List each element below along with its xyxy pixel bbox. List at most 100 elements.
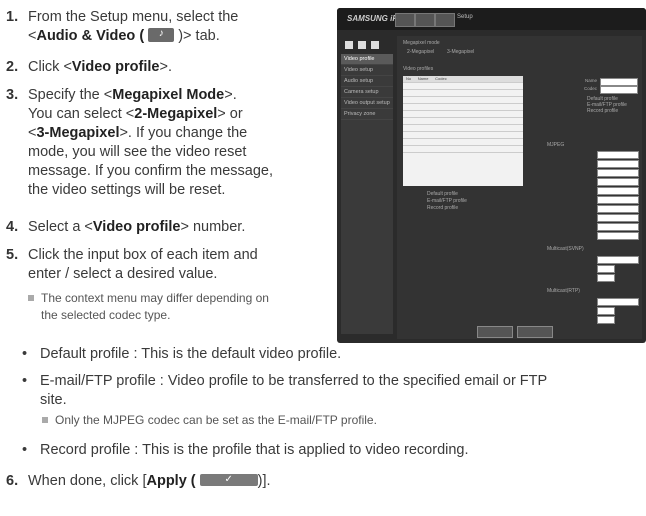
ttl-field[interactable] (597, 316, 615, 324)
step-text: From the Setup menu, select the (28, 9, 239, 25)
note: Only the MJPEG codec can be set as the E… (42, 412, 622, 429)
table-row[interactable] (403, 97, 523, 104)
step-bold-label: Audio & Video ( (36, 28, 145, 44)
bullet-icon: • (22, 442, 28, 458)
setup-screenshot: SAMSUNG iPOLiS Setup Video profile Video… (337, 8, 646, 343)
mp-option-3[interactable]: 3-Megapixel (447, 49, 474, 55)
bullet-text: Record profile : This is the profile tha… (40, 442, 469, 458)
sidebar-item-video-profile[interactable]: Video profile (341, 54, 393, 65)
record-profile-label: Record profile (427, 205, 459, 211)
step-number: 6. (6, 473, 19, 489)
note: The context menu may differ depending on… (28, 290, 328, 324)
table-row[interactable] (403, 83, 523, 90)
bullet-default-profile: • Default profile : This is the default v… (22, 345, 642, 364)
sidebar-item-camera-setup[interactable]: Camera setup (341, 87, 393, 98)
sidebar-item-video-output[interactable]: Video output setup (341, 98, 393, 109)
setting-field[interactable] (597, 178, 639, 186)
bullet-icon: • (22, 346, 28, 362)
profile-table: No Name Codec (403, 76, 523, 186)
step-bold-label: Video profile (71, 59, 160, 75)
table-row[interactable] (403, 111, 523, 118)
video-icon[interactable] (358, 41, 366, 49)
col-name: Name (417, 76, 429, 81)
table-row[interactable] (403, 146, 523, 153)
step-bold-label: 2-Megapixel (134, 106, 218, 122)
step-bold-label: Video profile (92, 219, 181, 235)
name-label: Name (584, 78, 597, 83)
setting-field[interactable] (597, 223, 639, 231)
col-codec: Codec (435, 76, 447, 81)
step-text: Click the input box of each item and (28, 247, 258, 263)
step-text-prefix: Click < (28, 59, 72, 75)
step-text-suffix: >. (159, 59, 172, 75)
top-button[interactable] (415, 13, 435, 27)
port-field[interactable] (597, 265, 615, 273)
step-3: 3. Specify the <Megapixel Mode>. You can… (6, 86, 273, 198)
ip-field[interactable] (597, 256, 639, 264)
table-row[interactable] (403, 118, 523, 125)
top-button[interactable] (395, 13, 415, 27)
bullet-record-profile: • Record profile : This is the profile th… (22, 441, 642, 460)
default-profile-label: Default profile (427, 191, 458, 197)
step-6: 6. When done, click [Apply ( ✓)]. (6, 472, 271, 491)
setting-field[interactable] (597, 187, 639, 195)
table-row[interactable] (403, 104, 523, 111)
bullet-text: E-mail/FTP profile : Video profile to be… (40, 373, 548, 389)
step-bold-label: 3-Megapixel (36, 125, 120, 141)
sidebar-item-privacy[interactable]: Privacy zone (341, 109, 393, 120)
multicast-rtp-label: Multicast(RTP) (547, 288, 580, 294)
mp-option-2[interactable]: 2-Megapixel (407, 49, 434, 55)
step-number: 2. (6, 59, 19, 75)
setup-label: Setup (457, 14, 473, 20)
video-profiles-label: Video profiles (403, 66, 434, 72)
table-row[interactable] (403, 132, 523, 139)
sidebar-item-audio-setup[interactable]: Audio setup (341, 76, 393, 87)
setting-field[interactable] (597, 196, 639, 204)
sidebar-item-video-setup[interactable]: Video setup (341, 65, 393, 76)
top-button[interactable] (435, 13, 455, 27)
note-bullet-icon (42, 416, 48, 423)
sidebar: Video profile Video setup Audio setup Ca… (341, 54, 393, 334)
email-profile-label: E-mail/FTP profile (427, 198, 467, 204)
record-profile-option[interactable]: Record profile (587, 108, 618, 114)
table-row[interactable] (403, 139, 523, 146)
event-icon[interactable] (371, 41, 379, 49)
step-5: 5. Click the input box of each item and … (6, 246, 258, 282)
bullet-icon: • (22, 373, 28, 389)
setting-field[interactable] (597, 205, 639, 213)
step-text-suffix: > number. (180, 219, 246, 235)
step-bold-label: Megapixel Mode (112, 87, 225, 103)
step-number: 3. (6, 87, 19, 103)
screenshot-topbar: SAMSUNG iPOLiS Setup (337, 8, 646, 30)
step-text: >. If you change the (119, 125, 248, 141)
setting-field[interactable] (597, 214, 639, 222)
audio-video-icon: ♪ (148, 28, 175, 43)
step-text: >. (224, 87, 237, 103)
step-text-suffix: )]. (257, 473, 271, 489)
setting-field[interactable] (597, 232, 639, 240)
port-field[interactable] (597, 307, 615, 315)
setting-field[interactable] (597, 169, 639, 177)
step-1: 1. From the Setup menu, select the <Audi… (6, 8, 238, 44)
table-header: No Name Codec (403, 76, 523, 83)
step-text-prefix: Select a < (28, 219, 93, 235)
ip-field[interactable] (597, 298, 639, 306)
codec-select[interactable] (600, 86, 638, 94)
table-row[interactable] (403, 125, 523, 132)
codec-detail-label: MJPEG (547, 142, 565, 148)
step-text: message. If you confirm the message, (28, 163, 273, 179)
apply-button[interactable] (477, 326, 513, 338)
note-text: Only the MJPEG codec can be set as the E… (55, 413, 377, 427)
step-bold-label: Apply ( (146, 473, 196, 489)
apply-icon: ✓ (199, 474, 258, 487)
setting-field[interactable] (597, 151, 639, 159)
name-input[interactable] (600, 78, 638, 86)
step-text-suffix: )> tab. (178, 28, 220, 44)
network-icon[interactable] (345, 41, 353, 49)
setting-field[interactable] (597, 160, 639, 168)
cancel-button[interactable] (517, 326, 553, 338)
codec-label: Codec (583, 86, 597, 91)
table-row[interactable] (403, 90, 523, 97)
ttl-field[interactable] (597, 274, 615, 282)
step-text-prefix: When done, click [ (28, 473, 147, 489)
